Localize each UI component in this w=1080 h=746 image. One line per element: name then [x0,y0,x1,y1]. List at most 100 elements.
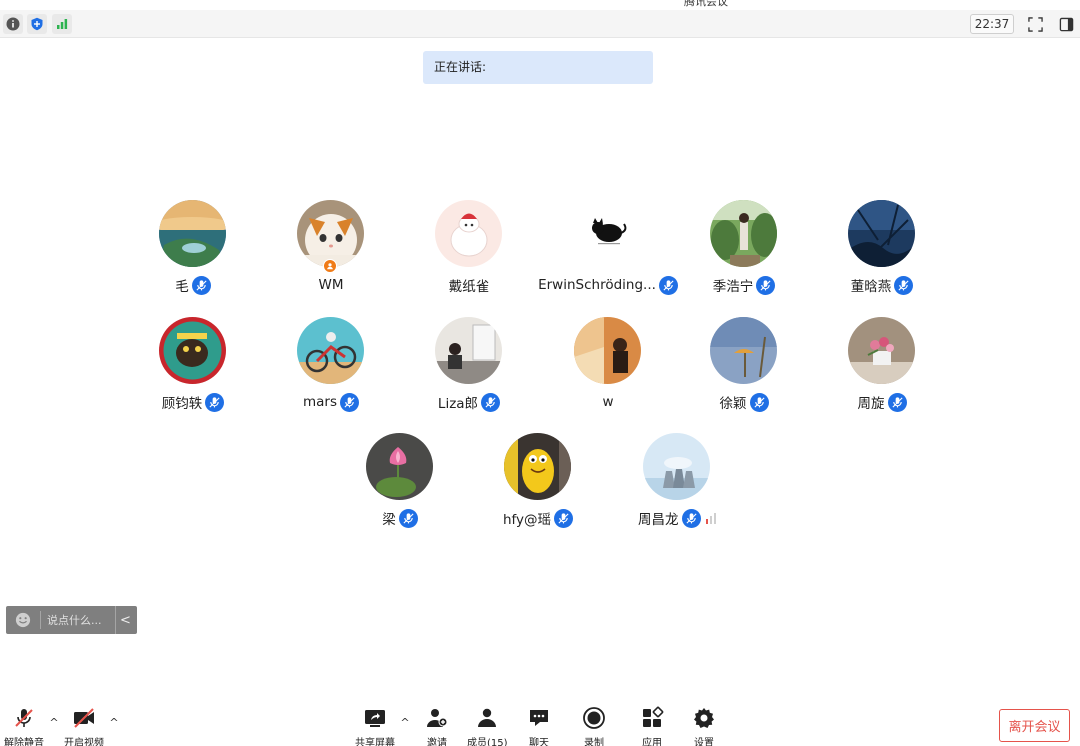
participant-name: w [602,394,614,410]
participant-tile[interactable]: mars [263,317,399,417]
unmute-button[interactable]: 解除静音 [4,706,44,746]
participant-tile[interactable]: Liza郎 [401,317,537,417]
top-bar: 22:37 [0,10,1080,38]
participant-tile[interactable]: 季浩宁 [676,200,812,300]
fullscreen-icon[interactable] [1025,14,1045,34]
audio-level-icon [705,512,716,524]
participant-name-row: mars [263,392,399,412]
chat-button[interactable]: 聊天 [527,706,551,746]
members-icon [478,708,497,727]
participant-tile[interactable]: 周昌龙 [609,433,745,533]
shield-icon[interactable] [27,14,47,34]
members-button[interactable]: 成员(15) [467,706,508,746]
chat-placeholder[interactable]: 说点什么... [47,612,109,628]
video-off-icon [74,708,94,728]
chevron-up-icon[interactable]: ^ [108,716,120,729]
avatar [297,200,364,267]
participant-name-row: 毛 [125,275,261,295]
participant-name-row: hfy@瑶 [470,508,606,528]
invite-icon [427,709,448,727]
invite-label: 邀请 [427,738,447,746]
participant-name-row: 徐颖 [676,392,812,412]
participant-tile[interactable]: 董晗燕 [814,200,950,300]
unmute-label: 解除静音 [4,738,44,746]
mic-icon [887,392,907,412]
participant-name: 戴纸雀 [448,279,490,295]
participant-tile[interactable]: ErwinSchröding... [538,200,678,300]
signal-icon[interactable] [52,14,72,34]
avatar [710,200,777,267]
participant-name-row: 梁 [332,508,468,528]
avatar [848,200,915,267]
host-icon [323,259,337,273]
apps-label: 应用 [642,738,662,746]
participant-name: Liza郎 [437,396,479,412]
share-screen-button[interactable]: 共享屏幕 [355,706,395,746]
participant-name-row: 戴纸雀 [401,275,537,295]
meeting-time: 22:37 [970,14,1014,34]
apps-button[interactable]: 应用 [640,706,664,746]
participant-name-row: 季浩宁 [676,275,812,295]
mic-icon [749,392,769,412]
mic-icon [205,392,225,412]
avatar [643,433,710,500]
avatar [159,317,226,384]
participant-name: 毛 [175,279,189,295]
participant-name: mars [302,394,337,410]
sidebar-icon[interactable] [1056,14,1076,34]
participant-tile[interactable]: 徐颖 [676,317,812,417]
participant-tile[interactable]: hfy@瑶 [470,433,606,533]
collapse-chat-button[interactable]: < [115,606,135,634]
mic-icon [681,508,701,528]
participant-name-row: 周昌龙 [609,508,745,528]
chevron-up-icon[interactable]: ^ [48,716,60,729]
members-label: 成员(15) [467,738,508,746]
participant-name-row: Liza郎 [401,392,537,412]
chat-quick-input[interactable]: 说点什么... < [6,606,137,634]
start-video-label: 开启视频 [64,738,104,746]
record-label: 录制 [584,738,604,746]
participant-tile[interactable]: WM [263,200,399,300]
leave-meeting-button[interactable]: 离开会议 [999,709,1070,742]
settings-button[interactable]: 设置 [692,706,716,746]
avatar [435,200,502,267]
participant-tile[interactable]: 戴纸雀 [401,200,537,300]
invite-button[interactable]: 邀请 [425,706,449,746]
gear-icon [694,708,714,728]
participant-name: 梁 [382,512,396,528]
chat-label: 聊天 [529,738,549,746]
share-screen-icon [365,710,385,727]
participant-tile[interactable]: 周旋 [814,317,950,417]
start-video-button[interactable]: 开启视频 [64,706,104,746]
avatar [574,200,641,267]
participant-name-row: 顾钧轶 [125,392,261,412]
avatar [366,433,433,500]
speaking-label: 正在讲话: [434,60,487,74]
participant-tile[interactable]: 毛 [125,200,261,300]
participant-name-row: w [540,392,676,412]
participant-tile[interactable]: w [540,317,676,417]
participant-name: 顾钧轶 [161,396,203,412]
avatar [297,317,364,384]
participant-name-row: 周旋 [814,392,950,412]
divider [40,611,41,629]
avatar [710,317,777,384]
chevron-up-icon[interactable]: ^ [399,716,411,729]
record-button[interactable]: 录制 [582,706,606,746]
info-icon[interactable] [3,14,23,34]
mic-icon [894,275,914,295]
chat-icon [530,710,548,726]
participant-name-row: ErwinSchröding... [538,275,678,295]
avatar [848,317,915,384]
record-icon [583,707,605,729]
title-strip: 腾讯会议 [0,0,1080,10]
avatar [159,200,226,267]
mic-icon [191,275,211,295]
apps-icon [643,706,664,727]
mic-icon [554,508,574,528]
participant-tile[interactable]: 梁 [332,433,468,533]
mic-icon [756,275,776,295]
emoji-icon[interactable] [12,609,34,631]
participant-tile[interactable]: 顾钧轶 [125,317,261,417]
avatar [504,433,571,500]
